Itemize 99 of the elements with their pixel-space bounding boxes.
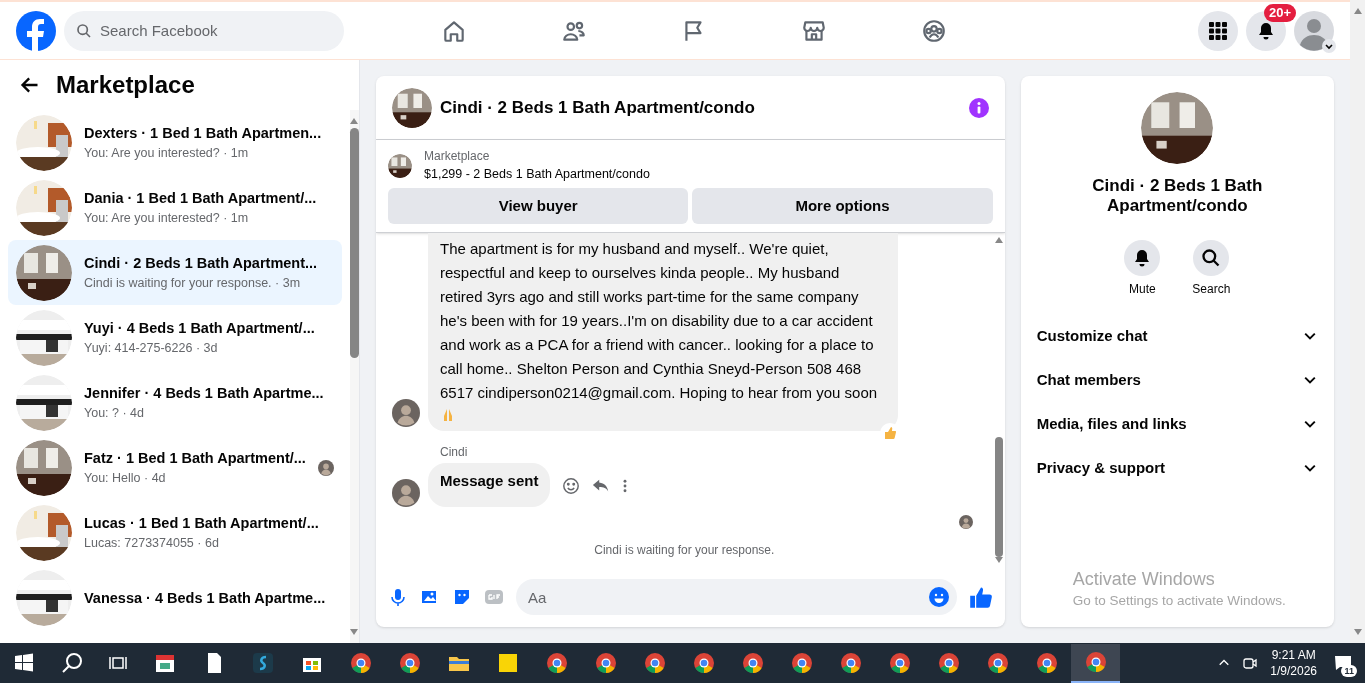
action-label: Search [1192,281,1231,298]
listing-label: Marketplace [424,148,491,164]
notification-count: 11 [1341,665,1357,677]
scroll-up-icon[interactable] [1353,8,1362,14]
avatar-icon [317,459,334,476]
listing-button[interactable]: View buyer [388,188,689,224]
conversation-item[interactable]: Yuyi · 4 Beds 1 Bath Apartment/... Yuyi: 414-275-6226 · 3d [8,305,342,370]
browser-icon [887,651,912,675]
more-icon[interactable] [622,478,629,494]
chevron-icon[interactable] [1322,38,1336,53]
avatar-icon [392,399,420,427]
conversation-name: Lucas · 1 Bed 1 Bath Apartment/... [84,513,320,533]
app-icon [250,651,275,675]
sender-name: Cindi [440,444,469,461]
section-toggle[interactable]: Media, files and links [1028,402,1326,446]
emoji-icon[interactable] [928,587,949,607]
conversation-item[interactable]: Lucas · 1 Bed 1 Bath Apartment/... Lucas: 7273374055 · 6d [8,500,342,565]
conversation-item[interactable]: Cindi · 2 Beds 1 Bath Apartment... Cindi is waiting for your response. · 3m [8,240,342,305]
conversation-name: Jennifer · 4 Beds 1 Bath Apartme... [84,383,325,403]
conversation-item[interactable]: Vanessa · 4 Beds 1 Bath Apartme... [8,565,342,630]
scroll-up-icon[interactable] [350,118,359,124]
browser-icon [838,651,863,675]
conversation-item[interactable]: Fatz · 1 Bed 1 Bath Apartment/... You: Hello · 4d [8,435,342,500]
scrollbar-thumb[interactable] [349,128,359,358]
grid-icon [1208,20,1228,41]
clock-time: 9:21 AM [1271,647,1316,663]
section-toggle[interactable]: Customize chat [1028,314,1326,358]
scroll-up-icon[interactable] [994,237,1003,243]
message-text: Message sent [440,472,539,489]
browser-icon [544,651,569,675]
search-icon[interactable] [60,651,84,675]
section-toggle[interactable]: Privacy & support [1028,446,1326,490]
chat-title: Cindi · 2 Beds 1 Bath Apartment/condo [440,96,755,119]
browser-icon [397,651,422,675]
conversation-preview: Cindi is waiting for your response. · 3m [84,274,302,292]
menu-button[interactable] [1198,10,1238,51]
taskbar-app[interactable] [1071,643,1120,683]
microphone-icon[interactable] [388,587,408,607]
logo-icon[interactable] [16,10,56,51]
browser-icon [593,651,618,675]
like-icon[interactable] [968,585,993,609]
avatar-icon [958,515,973,529]
conversation-preview: Lucas: 7273374055 · 6d [84,534,220,552]
search-button[interactable] [1193,240,1230,276]
browser-icon [1034,651,1059,675]
conversation-item[interactable]: Dania · 1 Bed 1 Bath Apartment/... You: Are you interested? · 1m [8,175,342,240]
conversation-item[interactable]: Jennifer · 4 Beds 1 Bath Apartme... You: ? · 4d [8,370,342,435]
browser-icon [642,651,667,675]
browser-icon [985,651,1010,675]
conversation-item[interactable]: Dexters · 1 Bed 1 Bath Apartmen... You: Are you interested? · 1m [8,110,342,175]
message-icon[interactable] [1333,653,1353,673]
details-title: Cindi · 2 Beds 1 Bath Apartment/condo [1091,176,1264,216]
action-label: Mute [1128,281,1156,298]
listing-title: $1,299 - 2 Beds 1 Bath Apartment/condo [424,166,650,183]
message-text: The apartment is for my husband and myself.. We're quiet, respectful and keep to ourselves kinda people.. My husband retired 3yrs ago and still works part-time for the same company he's been with for 19 years..I'm on disability due to a car accident and work as a PCA for a friend with cancer.. looking for a place to call home.. Shelton Person and Cynthia Sneyd-Person 508 468 6517 cindiperson0214@gmail.com. Hoping to hear from you soon [440,240,878,401]
notification-badge: 20+ [1263,3,1296,22]
sidebar-title: Marketplace [56,70,195,100]
conversation-preview: You: ? · 4d [84,404,145,422]
conversation-preview: You: Are you interested? · 1m [84,144,250,162]
scrollbar-thumb[interactable] [994,437,1003,557]
conversation-preview: Yuyi: 414-275-6226 · 3d [84,339,219,357]
group-icon[interactable] [921,17,947,44]
start-icon[interactable] [14,653,34,673]
back-arrow-icon[interactable] [20,75,40,95]
browser-icon [740,651,765,675]
search-icon [76,22,92,39]
scroll-down-icon[interactable] [1353,629,1362,635]
search-field[interactable]: Search Facebook [64,10,344,51]
conversation-name: Cindi · 2 Beds 1 Bath Apartment... [84,253,319,273]
emoji-icon[interactable] [562,477,581,495]
message-input[interactable]: Aa [516,579,957,615]
sticker-icon[interactable] [452,587,472,607]
mute-button[interactable] [1124,240,1161,276]
scroll-down-icon[interactable] [350,629,359,635]
conversation-name: Yuyi · 4 Beds 1 Bath Apartment/... [84,318,316,338]
browser-icon [691,651,716,675]
activation-title: Activate Windows [1072,567,1216,591]
activation-text: Go to Settings to activate Windows. [1072,591,1287,610]
status-text: Cindi is waiting for your response. [593,542,776,559]
conversation-name: Dania · 1 Bed 1 Bath Apartment/... [84,188,318,208]
info-icon[interactable] [968,97,989,118]
scrollbar[interactable] [1350,0,1365,643]
bell-icon [1256,20,1276,41]
conversation-preview: You: Are you interested? · 1m [84,209,250,227]
browser-icon [348,651,373,675]
search-icon [1201,248,1222,268]
meeting-icon[interactable] [1242,655,1259,671]
browser-icon [789,651,814,675]
scrollbar[interactable] [349,110,359,643]
conversation-preview: You: Hello · 4d [84,469,167,487]
browser-icon [1083,650,1108,674]
conversation-name: Dexters · 1 Bed 1 Bath Apartmen... [84,123,323,143]
clock-date: 1/9/2026 [1270,663,1317,679]
listing-button[interactable]: More options [692,188,993,224]
conversation-name: Vanessa · 4 Beds 1 Bath Apartme... [84,588,327,608]
avatar-icon [392,479,420,507]
conversation-name: Fatz · 1 Bed 1 Bath Apartment/... [84,448,306,468]
browser-icon [936,651,961,675]
section-toggle[interactable]: Chat members [1028,358,1326,402]
